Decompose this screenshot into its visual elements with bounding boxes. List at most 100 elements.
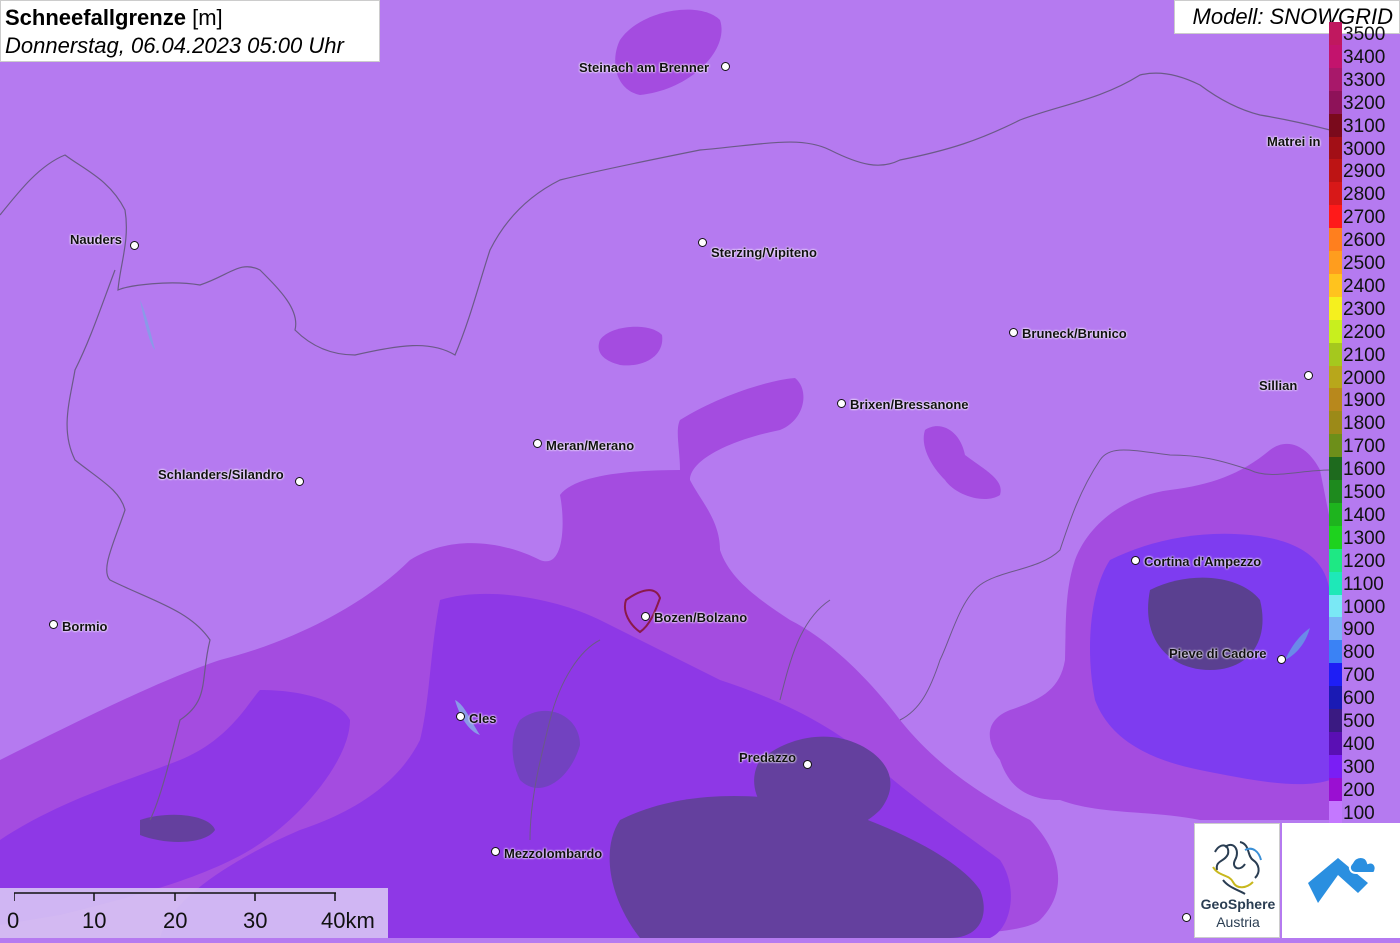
legend-item: 1600 [1329,457,1400,481]
legend-swatch [1329,571,1342,595]
city-marker-brixen[interactable] [837,399,846,408]
legend-item: 2600 [1329,228,1400,252]
legend-item: 2300 [1329,296,1400,320]
legend-label: 700 [1343,665,1375,687]
legend-label: 1600 [1343,459,1386,481]
legend-label: 2800 [1343,184,1386,206]
scale-label-40: 40km [321,908,375,933]
legend-item: 100 [1329,800,1400,824]
legend-swatch [1329,113,1342,137]
legend-swatch [1329,502,1342,526]
legend-label: 200 [1343,779,1375,801]
legend-label: 2300 [1343,298,1386,320]
legend-label: 3300 [1343,69,1386,91]
city-marker-mezzolombardo[interactable] [491,847,500,856]
legend-item: 2200 [1329,319,1400,343]
geosphere-mark-icon [1212,841,1262,895]
city-marker-cles[interactable] [456,712,465,721]
map-title-box: Schneefallgrenze [m] Donnerstag, 06.04.2… [0,0,380,62]
legend-item: 3400 [1329,44,1400,68]
legend-swatch [1329,434,1342,458]
legend-item: 2700 [1329,205,1400,229]
legend-label: 1500 [1343,482,1386,503]
legend-item: 3000 [1329,136,1400,160]
legend-swatch [1329,457,1342,481]
city-marker-meran[interactable] [533,439,542,448]
legend-item: 1100 [1329,571,1400,595]
legend-swatch [1329,159,1342,183]
legend-swatch [1329,273,1342,297]
legend-label: 2400 [1343,275,1386,297]
city-marker-sterzing[interactable] [698,238,707,247]
city-label-sillian: Sillian [1259,378,1298,393]
city-marker-schlanders[interactable] [295,477,304,486]
scale-label-20: 20 [163,908,188,933]
legend-swatch [1329,640,1342,664]
legend-label: 600 [1343,688,1375,710]
legend-item: 3300 [1329,67,1400,91]
city-marker-cortina[interactable] [1131,556,1140,565]
legend-label: 1800 [1343,413,1386,435]
legend-label: 2500 [1343,253,1386,274]
legend-label: 3400 [1343,46,1386,68]
city-marker-bruneck[interactable] [1009,328,1018,337]
legend-label: 900 [1343,619,1375,641]
legend-swatch [1329,663,1342,687]
city-label-mezzolombardo: Mezzolombardo [504,846,603,861]
scale-ruler [14,892,336,901]
city-label-steinach: Steinach am Brenner [579,60,710,75]
legend-item: 800 [1329,640,1400,664]
legend-label: 1100 [1343,573,1384,595]
geosphere-name: GeoSphere [1200,896,1276,912]
legend-item: 1000 [1329,594,1400,618]
legend-swatch [1329,182,1342,206]
legend-item: 900 [1329,617,1400,641]
city-label-sterzing: Sterzing/Vipiteno [711,245,817,260]
legend-label: 2600 [1343,230,1386,252]
city-marker-unlabeled[interactable] [1182,913,1191,922]
legend-swatch [1329,480,1342,503]
legend-label: 2100 [1343,344,1386,366]
scale-bar: 0 10 20 30 40km [0,888,388,938]
legend-label: 1000 [1343,596,1386,618]
legend-label: 100 [1343,802,1375,824]
city-label-brixen: Brixen/Bressanone [850,397,969,412]
legend-item: 600 [1329,686,1400,710]
legend-item: 1400 [1329,502,1400,526]
legend-label: 3500 [1343,24,1386,45]
city-label-matrei: Matrei in [1267,134,1321,149]
city-marker-nauders[interactable] [130,241,139,250]
city-marker-predazzo[interactable] [803,760,812,769]
city-marker-bormio[interactable] [49,620,58,629]
partner-logo[interactable] [1282,823,1400,938]
city-label-cortina: Cortina d'Ampezzo [1144,554,1262,569]
city-marker-sillian[interactable] [1304,371,1313,380]
arrow-cloud-icon [1308,856,1377,903]
city-marker-bozen[interactable] [641,612,650,621]
scale-label-30: 30 [243,908,268,933]
legend-label: 2900 [1343,161,1386,183]
legend-label: 300 [1343,756,1375,778]
legend-swatch [1329,365,1342,389]
legend-label: 2200 [1343,321,1386,343]
city-marker-pieve[interactable] [1277,655,1286,664]
legend-swatch [1329,709,1342,732]
legend-label: 3000 [1343,138,1386,160]
legend-swatch [1329,617,1342,641]
legend-swatch [1329,411,1342,435]
scale-label-10: 10 [82,908,107,933]
city-label-predazzo: Predazzo [739,750,797,765]
geosphere-logo[interactable]: GeoSphere Austria [1194,823,1280,938]
legend-item: 500 [1329,709,1400,732]
legend-swatch [1329,594,1342,618]
legend-swatch [1329,90,1342,114]
legend-item: 200 [1329,777,1400,801]
map-title: Schneefallgrenze [m] [5,5,223,30]
city-marker-steinach[interactable] [721,62,730,71]
legend-item: 1700 [1329,434,1400,458]
legend-swatch [1329,800,1342,824]
legend-item: 2800 [1329,182,1400,206]
legend-swatch [1329,548,1342,572]
legend-label: 3200 [1343,92,1386,114]
city-label-nauders: Nauders [70,232,123,247]
